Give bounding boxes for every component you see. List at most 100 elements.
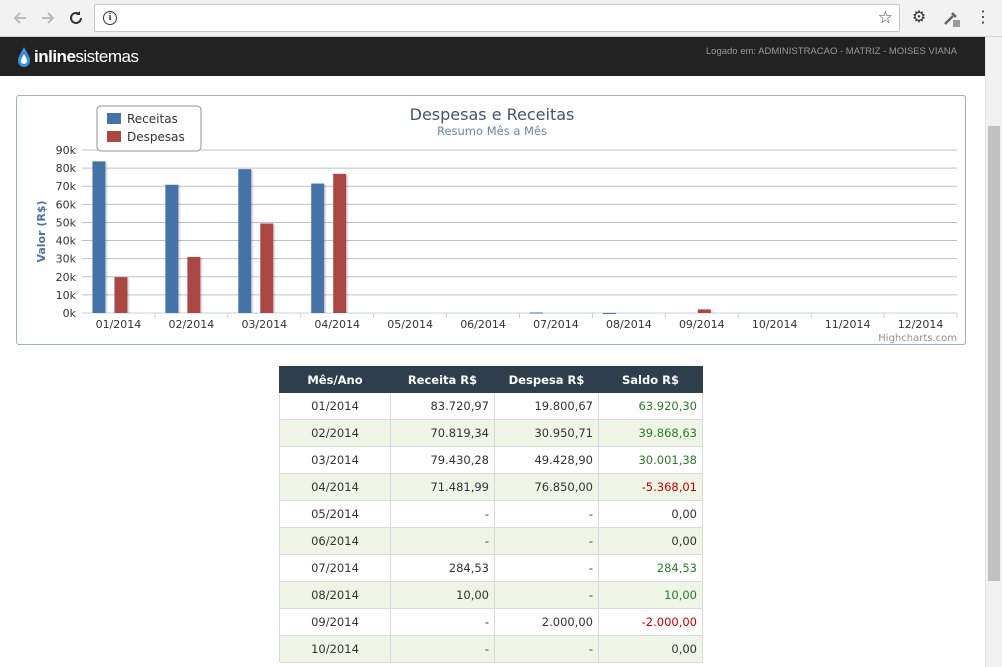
x-tick-label: 10/2014 xyxy=(752,318,798,331)
table-row: 09/2014-2.000,00 -2.000,00 xyxy=(279,608,703,636)
chart-credits: Highcharts.com xyxy=(878,333,957,344)
cell-saldo: 284,53 xyxy=(598,554,703,582)
x-tick-label: 04/2014 xyxy=(314,318,360,331)
table-row: 07/2014 284,53-284,53 xyxy=(279,554,703,582)
table-row: 10/2014- -0,00 xyxy=(279,635,703,663)
table-row: 08/2014 10,00-10,00 xyxy=(279,581,703,609)
cell-receita: - xyxy=(390,635,495,663)
browser-toolbar: i ☆ ⚙ ⋮ xyxy=(0,0,1002,37)
cell-receita: - xyxy=(390,500,495,528)
table-header-row: Mês/Ano Receita R$ Despesa R$ Saldo R$ xyxy=(279,366,703,393)
x-tick-label: 01/2014 xyxy=(96,318,142,331)
cell-saldo: 0,00 xyxy=(598,527,703,555)
cell-mes: 08/2014 xyxy=(279,581,391,609)
bar-receitas xyxy=(238,169,252,313)
scroll-thumb[interactable] xyxy=(988,126,1000,581)
cell-mes: 04/2014 xyxy=(279,473,391,501)
cell-mes: 10/2014 xyxy=(279,635,391,663)
cell-receita: 83.720,97 xyxy=(390,392,495,420)
table-row: 04/2014 71.481,99 76.850,00 -5.368,01 xyxy=(279,473,703,501)
bar-despesas xyxy=(333,173,347,313)
cell-receita: - xyxy=(390,527,495,555)
legend-swatch xyxy=(107,113,121,124)
cell-despesa: 19.800,67 xyxy=(494,392,599,420)
x-tick-label: 06/2014 xyxy=(460,318,506,331)
cell-saldo: 39.868,63 xyxy=(598,419,703,447)
col-header-despesa[interactable]: Despesa R$ xyxy=(494,366,599,393)
cell-receita: 10,00 xyxy=(390,581,495,609)
y-tick-label: 90k xyxy=(56,144,77,157)
info-icon[interactable]: i xyxy=(103,11,117,25)
col-header-saldo[interactable]: Saldo R$ xyxy=(598,366,703,393)
x-tick-label: 11/2014 xyxy=(825,318,871,331)
scrollbar[interactable] xyxy=(985,37,1002,667)
chart-title: Despesas e Receitas xyxy=(410,105,575,124)
y-tick-label: 80k xyxy=(56,162,77,175)
chart: Despesas e ReceitasResumo Mês a Mês 0k 10k… xyxy=(35,105,958,344)
forward-icon[interactable] xyxy=(37,7,59,29)
cell-saldo: 10,00 xyxy=(598,581,703,609)
bar-despesas xyxy=(697,309,711,313)
cell-mes: 06/2014 xyxy=(279,527,391,555)
legend-label: Despesas xyxy=(127,130,185,144)
bar-receitas xyxy=(602,312,616,314)
more-vert-icon[interactable]: ⋮ xyxy=(975,8,991,28)
bar-receitas xyxy=(529,312,543,314)
cell-despesa: - xyxy=(494,581,599,609)
cell-mes: 09/2014 xyxy=(279,608,391,636)
cell-saldo: 30.001,38 xyxy=(598,446,703,474)
cell-mes: 01/2014 xyxy=(279,392,391,420)
col-header-mes[interactable]: Mês/Ano xyxy=(279,366,391,393)
y-tick-label: 60k xyxy=(56,198,77,211)
chart-subtitle: Resumo Mês a Mês xyxy=(437,124,547,138)
cell-mes: 07/2014 xyxy=(279,554,391,582)
table-row: 05/2014- -0,00 xyxy=(279,500,703,528)
y-tick-label: 70k xyxy=(56,180,77,193)
table-row: 01/2014 83.720,97 19.800,67 63.920,30 xyxy=(279,392,703,420)
cell-saldo: 0,00 xyxy=(598,500,703,528)
x-tick-label: 05/2014 xyxy=(387,318,433,331)
bar-despesas xyxy=(187,256,201,313)
cell-despesa: 2.000,00 xyxy=(494,608,599,636)
cell-receita: - xyxy=(390,608,495,636)
back-icon[interactable] xyxy=(9,7,31,29)
x-tick-label: 03/2014 xyxy=(241,318,287,331)
y-tick-label: 0k xyxy=(63,307,77,320)
gear-icon[interactable]: ⚙ xyxy=(909,8,929,28)
cell-despesa: 30.950,71 xyxy=(494,419,599,447)
address-bar[interactable]: i ☆ xyxy=(94,4,900,32)
logo-drop-icon xyxy=(18,47,30,67)
col-header-receita[interactable]: Receita R$ xyxy=(390,366,495,393)
y-tick-label: 20k xyxy=(56,271,77,284)
table-row: 02/2014 70.819,34 30.950,71 39.868,63 xyxy=(279,419,703,447)
cell-despesa: 49.428,90 xyxy=(494,446,599,474)
bar-receitas xyxy=(311,183,325,313)
cell-saldo: -2.000,00 xyxy=(598,608,703,636)
y-tick-label: 30k xyxy=(56,253,77,266)
bar-receitas xyxy=(165,184,179,313)
cell-despesa: - xyxy=(494,554,599,582)
logged-in-info: Logado em: ADMINISTRACAO - MATRIZ - MOIS… xyxy=(705,46,957,57)
x-tick-label: 08/2014 xyxy=(606,318,652,331)
cell-mes: 05/2014 xyxy=(279,500,391,528)
chart-panel: Despesas e Receitas Resumo Mês a Mês 0k 10k… xyxy=(16,95,966,345)
x-tick-label: 02/2014 xyxy=(169,318,215,331)
cell-despesa: 76.850,00 xyxy=(494,473,599,501)
cell-mes: 03/2014 xyxy=(279,446,391,474)
x-tick-label: 07/2014 xyxy=(533,318,579,331)
cell-despesa: - xyxy=(494,500,599,528)
y-axis-label: Valor (R$) xyxy=(35,200,48,262)
cell-saldo: 63.920,30 xyxy=(598,392,703,420)
star-icon[interactable]: ☆ xyxy=(878,8,893,28)
reload-icon[interactable] xyxy=(65,7,87,29)
table-row: 03/2014 79.430,28 49.428,90 30.001,38 xyxy=(279,446,703,474)
cell-saldo: -5.368,01 xyxy=(598,473,703,501)
eyedropper-icon[interactable] xyxy=(941,8,961,28)
x-tick-label: 09/2014 xyxy=(679,318,725,331)
y-tick-label: 40k xyxy=(56,235,77,248)
x-tick-label: 12/2014 xyxy=(898,318,944,331)
logo[interactable]: inlinesistemas xyxy=(17,44,139,70)
bar-despesas xyxy=(114,277,128,313)
y-tick-label: 10k xyxy=(56,289,77,302)
summary-table: Mês/Ano Receita R$ Despesa R$ Saldo R$ 0… xyxy=(279,366,703,663)
